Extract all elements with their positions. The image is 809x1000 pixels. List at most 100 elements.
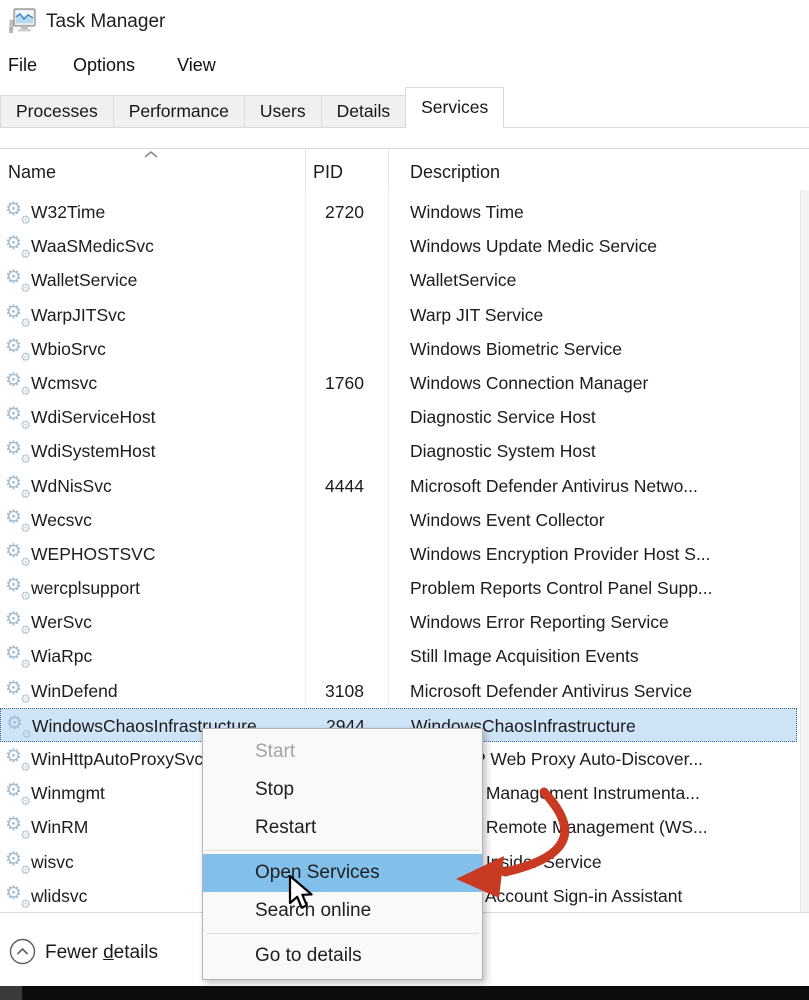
service-gear-icon: ⚙⚙	[5, 644, 29, 668]
service-gear-icon: ⚙⚙	[5, 405, 29, 429]
menubar-item-view[interactable]: View	[165, 53, 228, 78]
service-context-menu: StartStopRestartOpen ServicesSearch onli…	[202, 728, 483, 980]
column-header-pid[interactable]: PID	[313, 162, 343, 183]
menubar-item-options[interactable]: Options	[61, 53, 147, 78]
service-name: WalletService	[31, 270, 137, 291]
service-name: Wecsvc	[31, 510, 92, 531]
service-description: Windows Error Reporting Service	[410, 612, 669, 633]
tab-details[interactable]: Details	[321, 95, 407, 128]
service-gear-small-icon: ⚙	[21, 728, 32, 740]
service-gear-icon: ⚙⚙	[5, 268, 29, 292]
column-header-name[interactable]: Name	[8, 162, 56, 183]
service-pid: 3108	[325, 681, 364, 702]
service-gear-icon: ⚙⚙	[5, 474, 29, 498]
context-menu-item-restart[interactable]: Restart	[203, 809, 482, 847]
service-name: WinDefend	[31, 681, 118, 702]
service-description: Diagnostic Service Host	[410, 407, 596, 428]
service-gear-icon: ⚙⚙	[5, 576, 29, 600]
service-description: Windows Biometric Service	[410, 339, 622, 360]
table-row[interactable]: ⚙⚙wercplsupportProblem Reports Control P…	[0, 571, 797, 605]
table-row[interactable]: ⚙⚙WarpJITSvcWarp JIT Service	[0, 298, 797, 332]
service-name: WEPHOSTSVC	[31, 544, 155, 565]
table-row[interactable]: ⚙⚙WdNisSvc 4444 Microsoft Defender Antivir…	[0, 469, 797, 503]
service-description: Windows Event Collector	[410, 510, 605, 531]
service-gear-icon: ⚙⚙	[5, 337, 29, 361]
bottom-corner-block	[0, 986, 22, 1000]
service-gear-small-icon: ⚙	[20, 556, 31, 568]
service-gear-small-icon: ⚙	[20, 488, 31, 500]
table-row[interactable]: ⚙⚙WinDefend 3108 Microsoft Defender Antivi…	[0, 674, 797, 708]
service-name: W32Time	[31, 202, 105, 223]
tab-strip: ProcessesPerformanceUsersDetailsServices	[0, 88, 503, 128]
table-row[interactable]: ⚙⚙WbioSrvc Windows Biometric Service	[0, 332, 797, 366]
service-gear-icon: ⚙⚙	[5, 884, 29, 908]
table-row[interactable]: ⚙⚙Wecsvc Windows Event Collector	[0, 503, 797, 537]
service-gear-icon: ⚙⚙	[5, 850, 29, 874]
service-name: WdNisSvc	[31, 476, 112, 497]
service-gear-small-icon: ⚙	[20, 795, 31, 807]
fewer-details-toggle[interactable]: Fewer details	[45, 942, 158, 964]
service-gear-icon: ⚙⚙	[5, 508, 29, 532]
vertical-scrollbar[interactable]	[800, 190, 809, 912]
service-gear-small-icon: ⚙	[20, 248, 31, 260]
service-description: Still Image Acquisition Events	[410, 646, 639, 667]
table-row[interactable]: ⚙⚙WaaSMedicSvcWindows Update Medic Servi…	[0, 229, 797, 263]
service-gear-icon: ⚙⚙	[5, 781, 29, 805]
tab-processes[interactable]: Processes	[0, 95, 114, 128]
table-row[interactable]: ⚙⚙Wcmsvc1760Windows Connection Manager	[0, 366, 797, 400]
service-gear-small-icon: ⚙	[20, 282, 31, 294]
service-name: WdiSystemHost	[31, 441, 155, 462]
service-gear-icon: ⚙⚙	[5, 234, 29, 258]
service-pid: 4444	[325, 476, 364, 497]
context-menu-item-search-online[interactable]: Search online	[203, 892, 482, 930]
column-header-description[interactable]: Description	[410, 162, 500, 183]
service-name: WinHttpAutoProxySvc	[31, 749, 203, 770]
column-divider[interactable]	[388, 148, 389, 190]
service-gear-small-icon: ⚙	[20, 453, 31, 465]
service-description: Microsoft Defender Antivirus Netwo...	[410, 476, 698, 497]
table-row[interactable]: ⚙⚙WdiSystemHostDiagnostic System Host	[0, 434, 797, 468]
service-name: Wcmsvc	[31, 373, 97, 394]
table-row[interactable]: ⚙⚙WdiServiceHostDiagnostic Service Host	[0, 400, 797, 434]
service-gear-icon: ⚙⚙	[5, 679, 29, 703]
column-divider[interactable]	[305, 148, 306, 190]
service-gear-small-icon: ⚙	[20, 898, 31, 910]
tab-services[interactable]: Services	[405, 87, 504, 128]
context-menu-item-stop[interactable]: Stop	[203, 771, 482, 809]
service-gear-small-icon: ⚙	[20, 864, 31, 876]
service-gear-icon: ⚙⚙	[5, 815, 29, 839]
service-description: Windows Encryption Provider Host S...	[410, 544, 711, 565]
service-gear-small-icon: ⚙	[20, 761, 31, 773]
service-gear-small-icon: ⚙	[20, 693, 31, 705]
context-menu-item-go-to-details[interactable]: Go to details	[203, 937, 482, 975]
service-name: wlidsvc	[31, 886, 87, 907]
service-description: Windows Time	[410, 202, 524, 223]
service-name: WbioSrvc	[31, 339, 106, 360]
service-gear-small-icon: ⚙	[20, 624, 31, 636]
sort-ascending-icon	[143, 150, 159, 159]
service-pid: 2720	[325, 202, 364, 223]
mouse-pointer-icon	[288, 874, 320, 912]
table-row[interactable]: ⚙⚙W32Time2720Windows Time	[0, 195, 797, 229]
window-title: Task Manager	[46, 11, 165, 33]
service-description: Microsoft Defender Antivirus Service	[410, 681, 692, 702]
bottom-edge-bar	[0, 986, 809, 1000]
menubar-item-file[interactable]: File	[0, 53, 49, 78]
title-bar: Task Manager	[0, 0, 809, 46]
tab-performance[interactable]: Performance	[113, 95, 245, 128]
chevron-up-circle-icon[interactable]	[9, 938, 36, 965]
service-gear-small-icon: ⚙	[20, 658, 31, 670]
service-gear-icon: ⚙⚙	[5, 371, 29, 395]
service-gear-icon: ⚙⚙	[5, 439, 29, 463]
service-gear-icon: ⚙⚙	[5, 610, 29, 634]
column-header-row: Name PID Description	[0, 148, 809, 190]
table-row[interactable]: ⚙⚙WalletServiceWalletService	[0, 263, 797, 297]
service-gear-icon: ⚙⚙	[5, 747, 29, 771]
context-menu-item-open-services[interactable]: Open Services	[203, 854, 482, 892]
service-gear-small-icon: ⚙	[20, 214, 31, 226]
table-row[interactable]: ⚙⚙WiaRpcStill Image Acquisition Events	[0, 639, 797, 673]
tab-users[interactable]: Users	[244, 95, 322, 128]
table-row[interactable]: ⚙⚙WEPHOSTSVCWindows Encryption Provider …	[0, 537, 797, 571]
service-gear-small-icon: ⚙	[20, 590, 31, 602]
table-row[interactable]: ⚙⚙WerSvcWindows Error Reporting Service	[0, 605, 797, 639]
